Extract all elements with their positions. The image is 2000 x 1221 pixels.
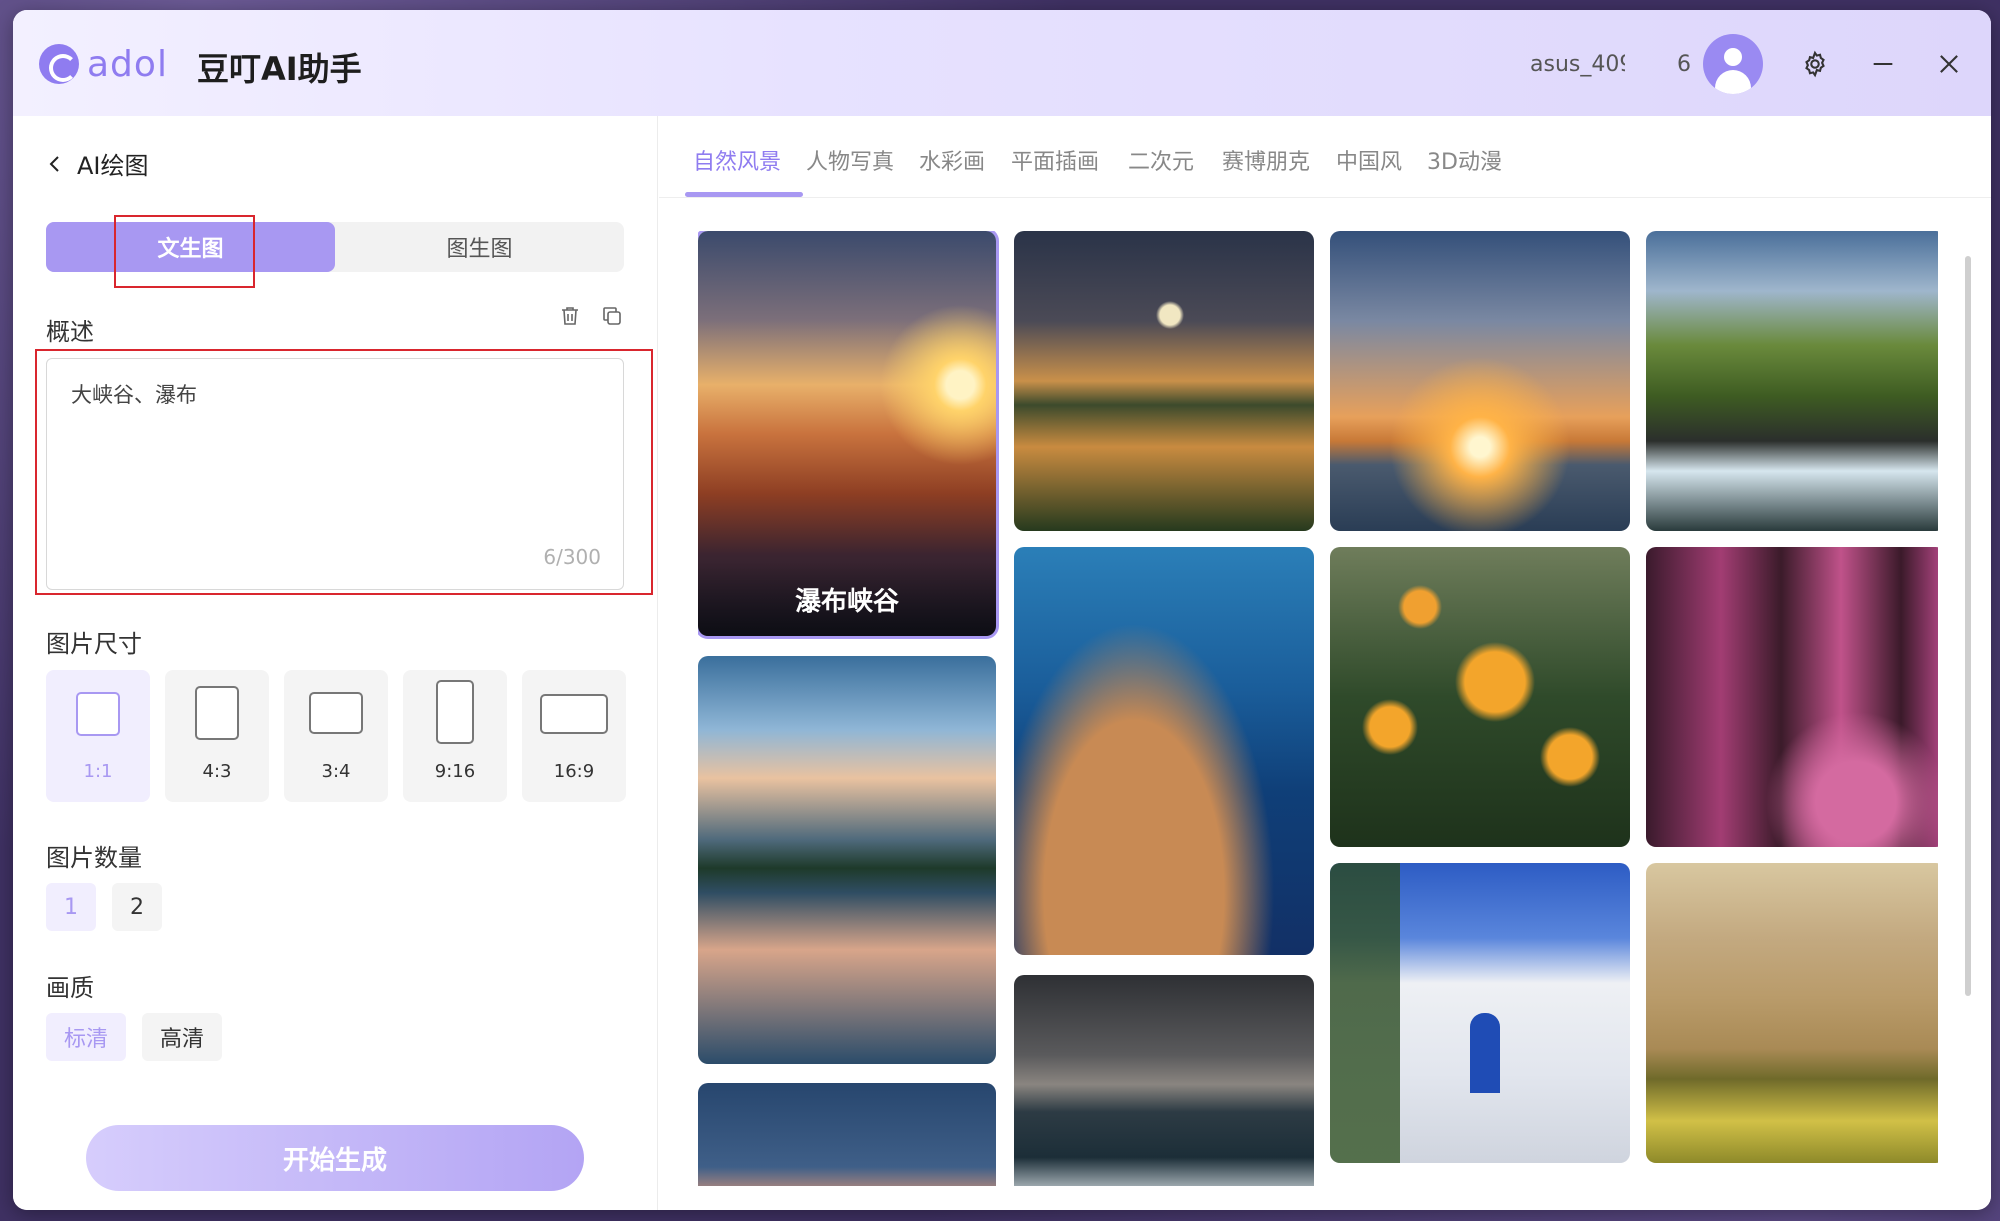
size-option-16-9[interactable]: 16:9 (522, 670, 626, 802)
gallery-image-cliff-waterfall[interactable] (1646, 231, 1938, 531)
count-label: 图片数量 (46, 844, 142, 872)
size-options: 1:1 4:3 3:4 9:16 16:9 (46, 670, 626, 802)
gallery-image-moon-river[interactable] (1014, 231, 1314, 531)
gallery-image-orange-flowers[interactable] (1330, 547, 1630, 847)
chevron-left-icon (49, 155, 59, 172)
style-tabs: 自然风景 人物写真 水彩画 平面插画 二次元 赛博朋克 中国风 3D动漫 (659, 116, 1991, 198)
settings-panel: AI绘图 文生图 图生图 概述 大峡谷、瀑布 6/300 图片尺寸 1:1 4:… (13, 116, 658, 1210)
logo-text: adol (87, 43, 168, 85)
size-label-1-1: 1:1 (83, 761, 113, 782)
quality-options: 标清 高清 (46, 1013, 223, 1061)
copy-icon[interactable] (600, 304, 624, 328)
gallery-scrollbar[interactable] (1965, 256, 1971, 996)
page-title: AI绘图 (77, 152, 149, 180)
size-option-9-16[interactable]: 9:16 (403, 670, 507, 802)
generate-button[interactable]: 开始生成 (86, 1125, 584, 1191)
avatar[interactable] (1703, 34, 1763, 94)
selected-image-caption: 瀑布峡谷 (698, 562, 996, 636)
count-option-1[interactable]: 1 (46, 883, 96, 931)
gallery-image-coral-reef[interactable] (1014, 547, 1314, 955)
gallery-panel: 自然风景 人物写真 水彩画 平面插画 二次元 赛博朋克 中国风 3D动漫 瀑布峡… (659, 116, 1991, 1210)
description-tools (558, 304, 624, 328)
username-label[interactable]: asus_409 (1530, 52, 1625, 77)
description-input[interactable]: 大峡谷、瀑布 6/300 (46, 358, 624, 590)
title-bar: adol 豆叮AI助手 asus_409 6 (13, 10, 1991, 116)
size-label-9-16: 9:16 (434, 761, 476, 782)
size-label: 图片尺寸 (46, 630, 142, 658)
size-option-3-4[interactable]: 3:4 (284, 670, 388, 802)
size-label-16-9: 16:9 (553, 761, 595, 782)
tab-image-to-image[interactable]: 图生图 (335, 222, 624, 272)
logo-mark-icon (39, 44, 79, 84)
active-tab-indicator (685, 192, 803, 197)
description-label: 概述 (46, 318, 94, 346)
quality-option-standard[interactable]: 标清 (46, 1013, 127, 1061)
size-label-3-4: 3:4 (321, 761, 351, 782)
tab-flat-illustration[interactable]: 平面插画 (1011, 144, 1099, 176)
gallery-image-canyon-waterfall[interactable]: 瀑布峡谷 (698, 231, 996, 636)
credit-count: 6 (1677, 52, 1691, 77)
trash-icon[interactable] (558, 304, 582, 328)
size-option-1-1[interactable]: 1:1 (46, 670, 150, 802)
gallery-image-ocean-sunset[interactable] (1330, 231, 1630, 531)
gallery-image-storm-sea[interactable] (1014, 975, 1314, 1186)
highlight-box-mode (114, 215, 255, 288)
character-counter: 6/300 (543, 545, 601, 569)
count-option-2[interactable]: 2 (112, 883, 162, 931)
quality-label: 画质 (46, 974, 94, 1002)
tab-anime[interactable]: 二次元 (1128, 144, 1194, 176)
size-option-4-3[interactable]: 4:3 (165, 670, 269, 802)
size-label-4-3: 4:3 (202, 761, 232, 782)
gallery-image-golden-field[interactable] (1646, 863, 1938, 1163)
tab-3d-cartoon[interactable]: 3D动漫 (1427, 144, 1502, 176)
quality-option-hd[interactable]: 高清 (142, 1013, 223, 1061)
app-window: adol 豆叮AI助手 asus_409 6 AI绘图 文生图 图生图 概述 大… (13, 10, 1991, 1210)
gallery-image-sunset-horizon[interactable] (698, 1083, 996, 1186)
description-value: 大峡谷、瀑布 (71, 383, 197, 407)
tab-portrait[interactable]: 人物写真 (806, 144, 894, 176)
image-grid: 瀑布峡谷 (698, 231, 1938, 1186)
tab-nature[interactable]: 自然风景 (693, 144, 781, 176)
tab-cyberpunk[interactable]: 赛博朋克 (1222, 144, 1310, 176)
close-icon[interactable] (1935, 50, 1963, 78)
gear-icon[interactable] (1801, 50, 1829, 78)
gallery-image-lake-reflection[interactable] (698, 656, 996, 1064)
app-logo: adol (39, 42, 168, 86)
gallery-image-pink-forest[interactable] (1646, 547, 1938, 847)
minimize-icon[interactable] (1869, 50, 1897, 78)
app-title: 豆叮AI助手 (197, 50, 362, 88)
tab-watercolor[interactable]: 水彩画 (919, 144, 985, 176)
gallery-image-white-church[interactable] (1330, 863, 1630, 1163)
count-options: 1 2 (46, 883, 162, 931)
back-button[interactable]: AI绘图 (45, 146, 149, 181)
tab-chinese-style[interactable]: 中国风 (1336, 144, 1402, 176)
